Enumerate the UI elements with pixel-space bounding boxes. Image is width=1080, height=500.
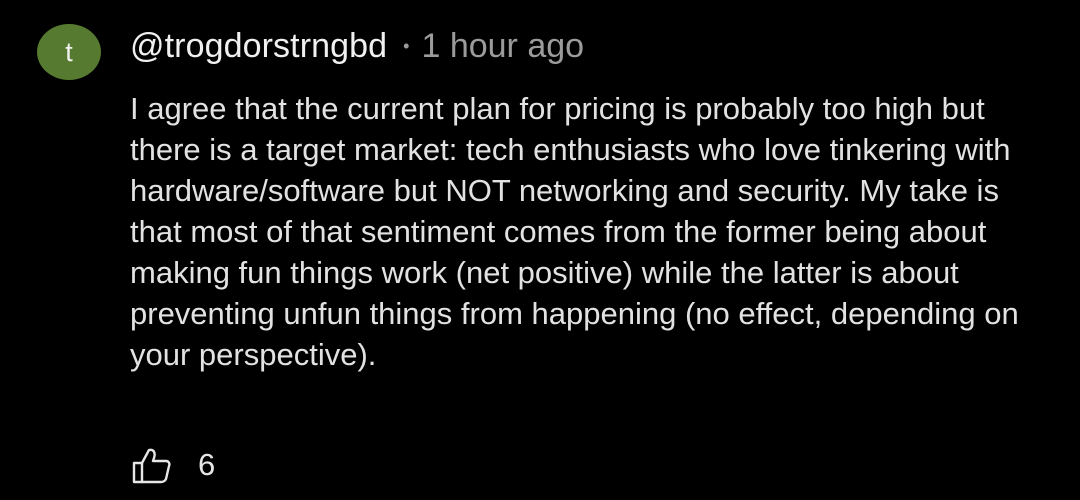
comment-actions: 6 (132, 446, 215, 484)
separator-dot: • (403, 35, 410, 56)
comment-header: @trogdorstrngbd • 1 hour ago (130, 24, 584, 68)
avatar[interactable]: t (37, 24, 101, 80)
timestamp[interactable]: 1 hour ago (421, 27, 584, 66)
comment-text: I agree that the current plan for pricin… (130, 91, 1019, 372)
author-name[interactable]: @trogdorstrngbd (130, 27, 387, 66)
comment: t @trogdorstrngbd • 1 hour ago I agree t… (0, 0, 1080, 500)
thumbs-up-icon (132, 448, 171, 484)
like-button[interactable] (132, 446, 172, 484)
like-count: 6 (198, 447, 216, 482)
